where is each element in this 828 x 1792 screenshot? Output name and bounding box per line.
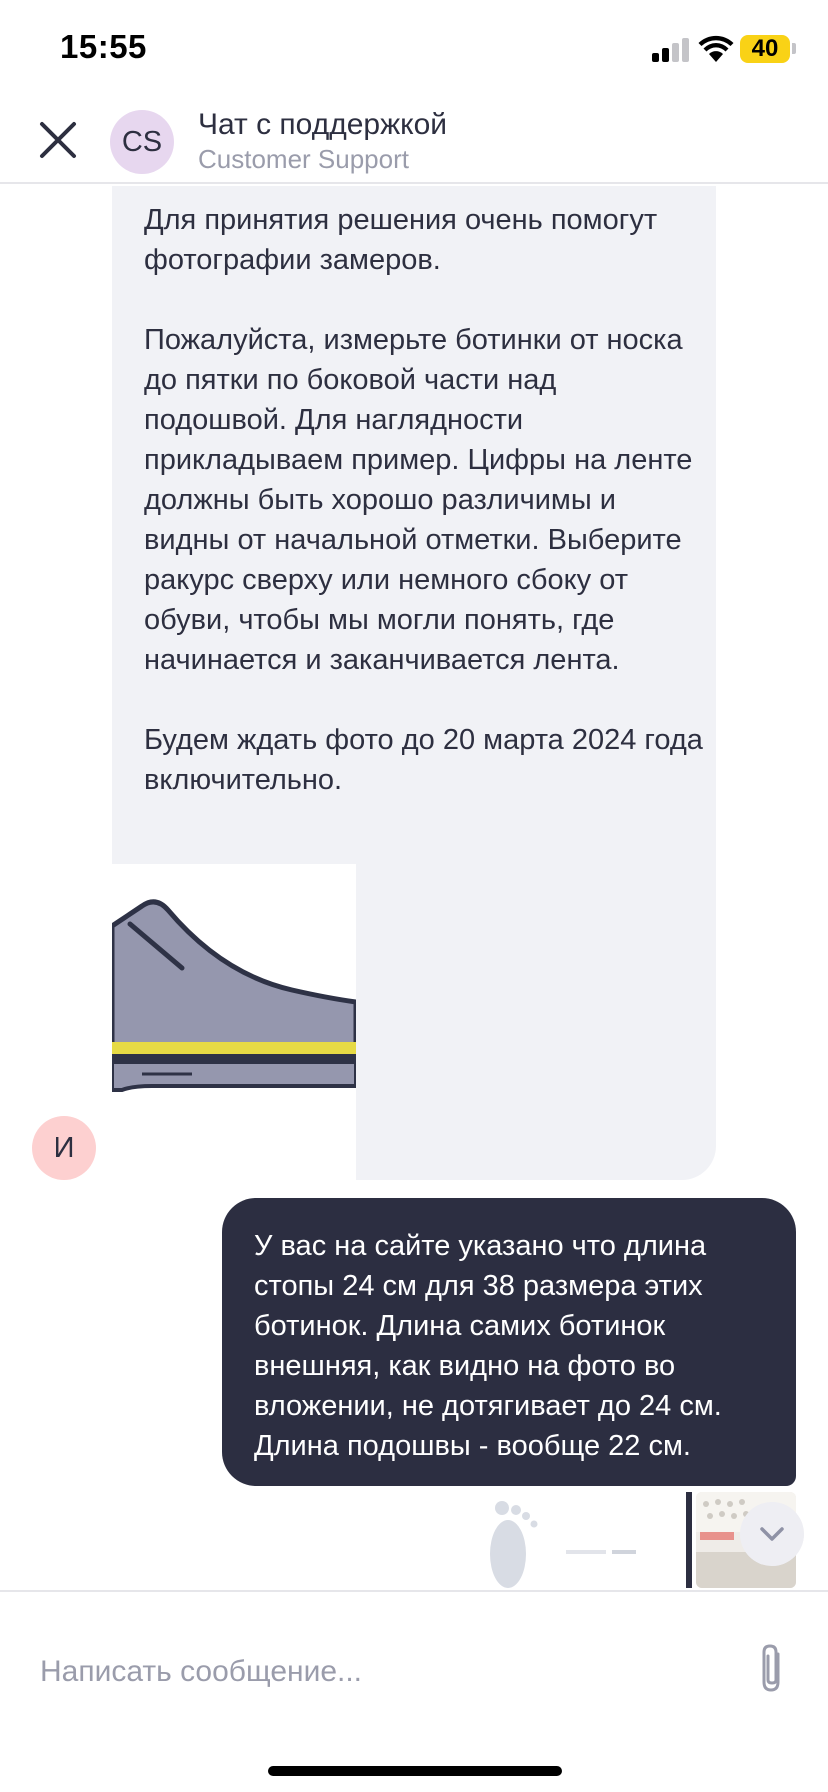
chat-header: CS Чат с поддержкой Customer Support xyxy=(0,100,828,184)
support-paragraph: Для принятия решения очень помогут фотог… xyxy=(144,204,658,276)
support-paragraph: Пожалуйста, измерьте ботинки от носка до… xyxy=(144,324,693,676)
chevron-down-icon[interactable] xyxy=(740,1502,804,1566)
cellular-signal-icon xyxy=(652,38,692,62)
wifi-icon xyxy=(698,35,734,62)
attachment-divider xyxy=(686,1492,692,1588)
paperclip-icon[interactable] xyxy=(754,1640,790,1696)
user-message-text: У вас на сайте указано что длина стопы 2… xyxy=(254,1230,722,1462)
sender-avatar: И xyxy=(32,1116,96,1180)
chat-subtitle: Customer Support xyxy=(198,144,409,174)
footprint-icon xyxy=(446,1492,680,1588)
user-message-bubble: У вас на сайте указано что длина стопы 2… xyxy=(222,1198,796,1486)
status-bar: 15:55 40 xyxy=(0,0,828,100)
status-time: 15:55 xyxy=(60,28,147,65)
support-message-text: Для принятия решения очень помогут фотог… xyxy=(144,200,704,800)
support-avatar: CS xyxy=(110,110,174,174)
battery-tip xyxy=(792,43,796,54)
message-list[interactable]: Для принятия решения очень помогут фотог… xyxy=(0,186,828,1590)
shoe-example-image[interactable] xyxy=(112,864,356,1180)
message-composer xyxy=(0,1590,828,1760)
attachment-thumbnail[interactable] xyxy=(446,1492,680,1588)
chat-title: Чат с поддержкой xyxy=(198,108,448,141)
battery-level: 40 xyxy=(740,35,790,63)
support-paragraph: Будем ждать фото до 20 марта 2024 года в… xyxy=(144,724,703,796)
shoe-illustration-icon xyxy=(112,864,356,1180)
message-input[interactable] xyxy=(40,1632,720,1712)
close-icon[interactable] xyxy=(36,118,80,162)
home-indicator xyxy=(268,1766,562,1776)
